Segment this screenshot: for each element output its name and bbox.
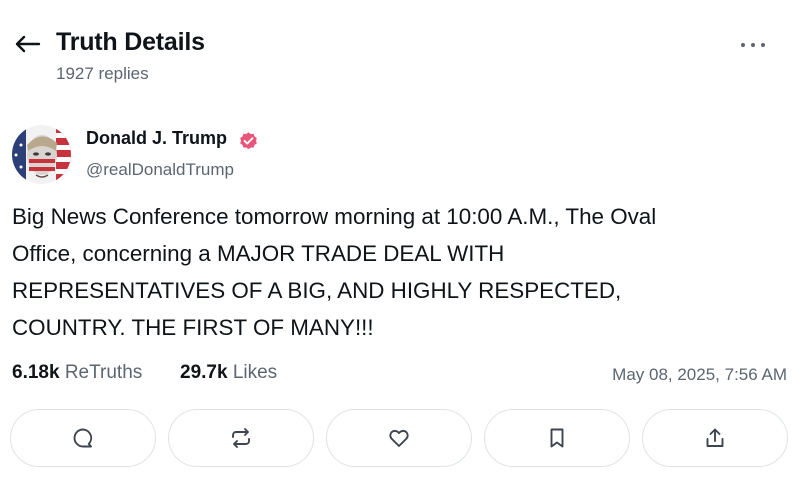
post-stats: 6.18k ReTruths 29.7k Likes: [12, 362, 277, 384]
retruths-count: 6.18k: [12, 362, 60, 383]
bookmark-icon: [550, 428, 564, 448]
reply-button[interactable]: [10, 409, 156, 467]
post-text: Big News Conference tomorrow morning at …: [12, 204, 657, 340]
post-timestamp: May 08, 2025, 7:56 AM: [612, 365, 787, 384]
heart-icon: [389, 429, 409, 447]
reply-icon: [73, 428, 93, 448]
share-icon: [706, 428, 724, 447]
avatar[interactable]: [12, 125, 71, 184]
arrow-left-icon[interactable]: [13, 34, 41, 54]
verified-badge-icon: [240, 132, 257, 150]
retruths-label: ReTruths: [64, 362, 143, 383]
reply-count: 1927 replies: [56, 64, 149, 83]
likes-stat[interactable]: 29.7k Likes: [180, 362, 277, 384]
share-button[interactable]: [642, 409, 788, 467]
author-handle[interactable]: @realDonaldTrump: [86, 160, 234, 180]
page-title: Truth Details: [56, 28, 205, 56]
retruth-icon: [232, 428, 250, 448]
like-button[interactable]: [326, 409, 472, 467]
ellipsis-icon[interactable]: [738, 36, 770, 54]
retruth-button[interactable]: [168, 409, 314, 467]
bookmark-button[interactable]: [484, 409, 630, 467]
likes-count: 29.7k: [180, 362, 228, 383]
avatar-image: [12, 125, 71, 184]
likes-label: Likes: [232, 362, 278, 383]
truth-details-page: Truth Details 1927 replies Donald J. Tru…: [0, 0, 812, 486]
retruths-stat[interactable]: 6.18k ReTruths: [12, 362, 142, 383]
author-name[interactable]: Donald J. Trump: [86, 128, 227, 149]
